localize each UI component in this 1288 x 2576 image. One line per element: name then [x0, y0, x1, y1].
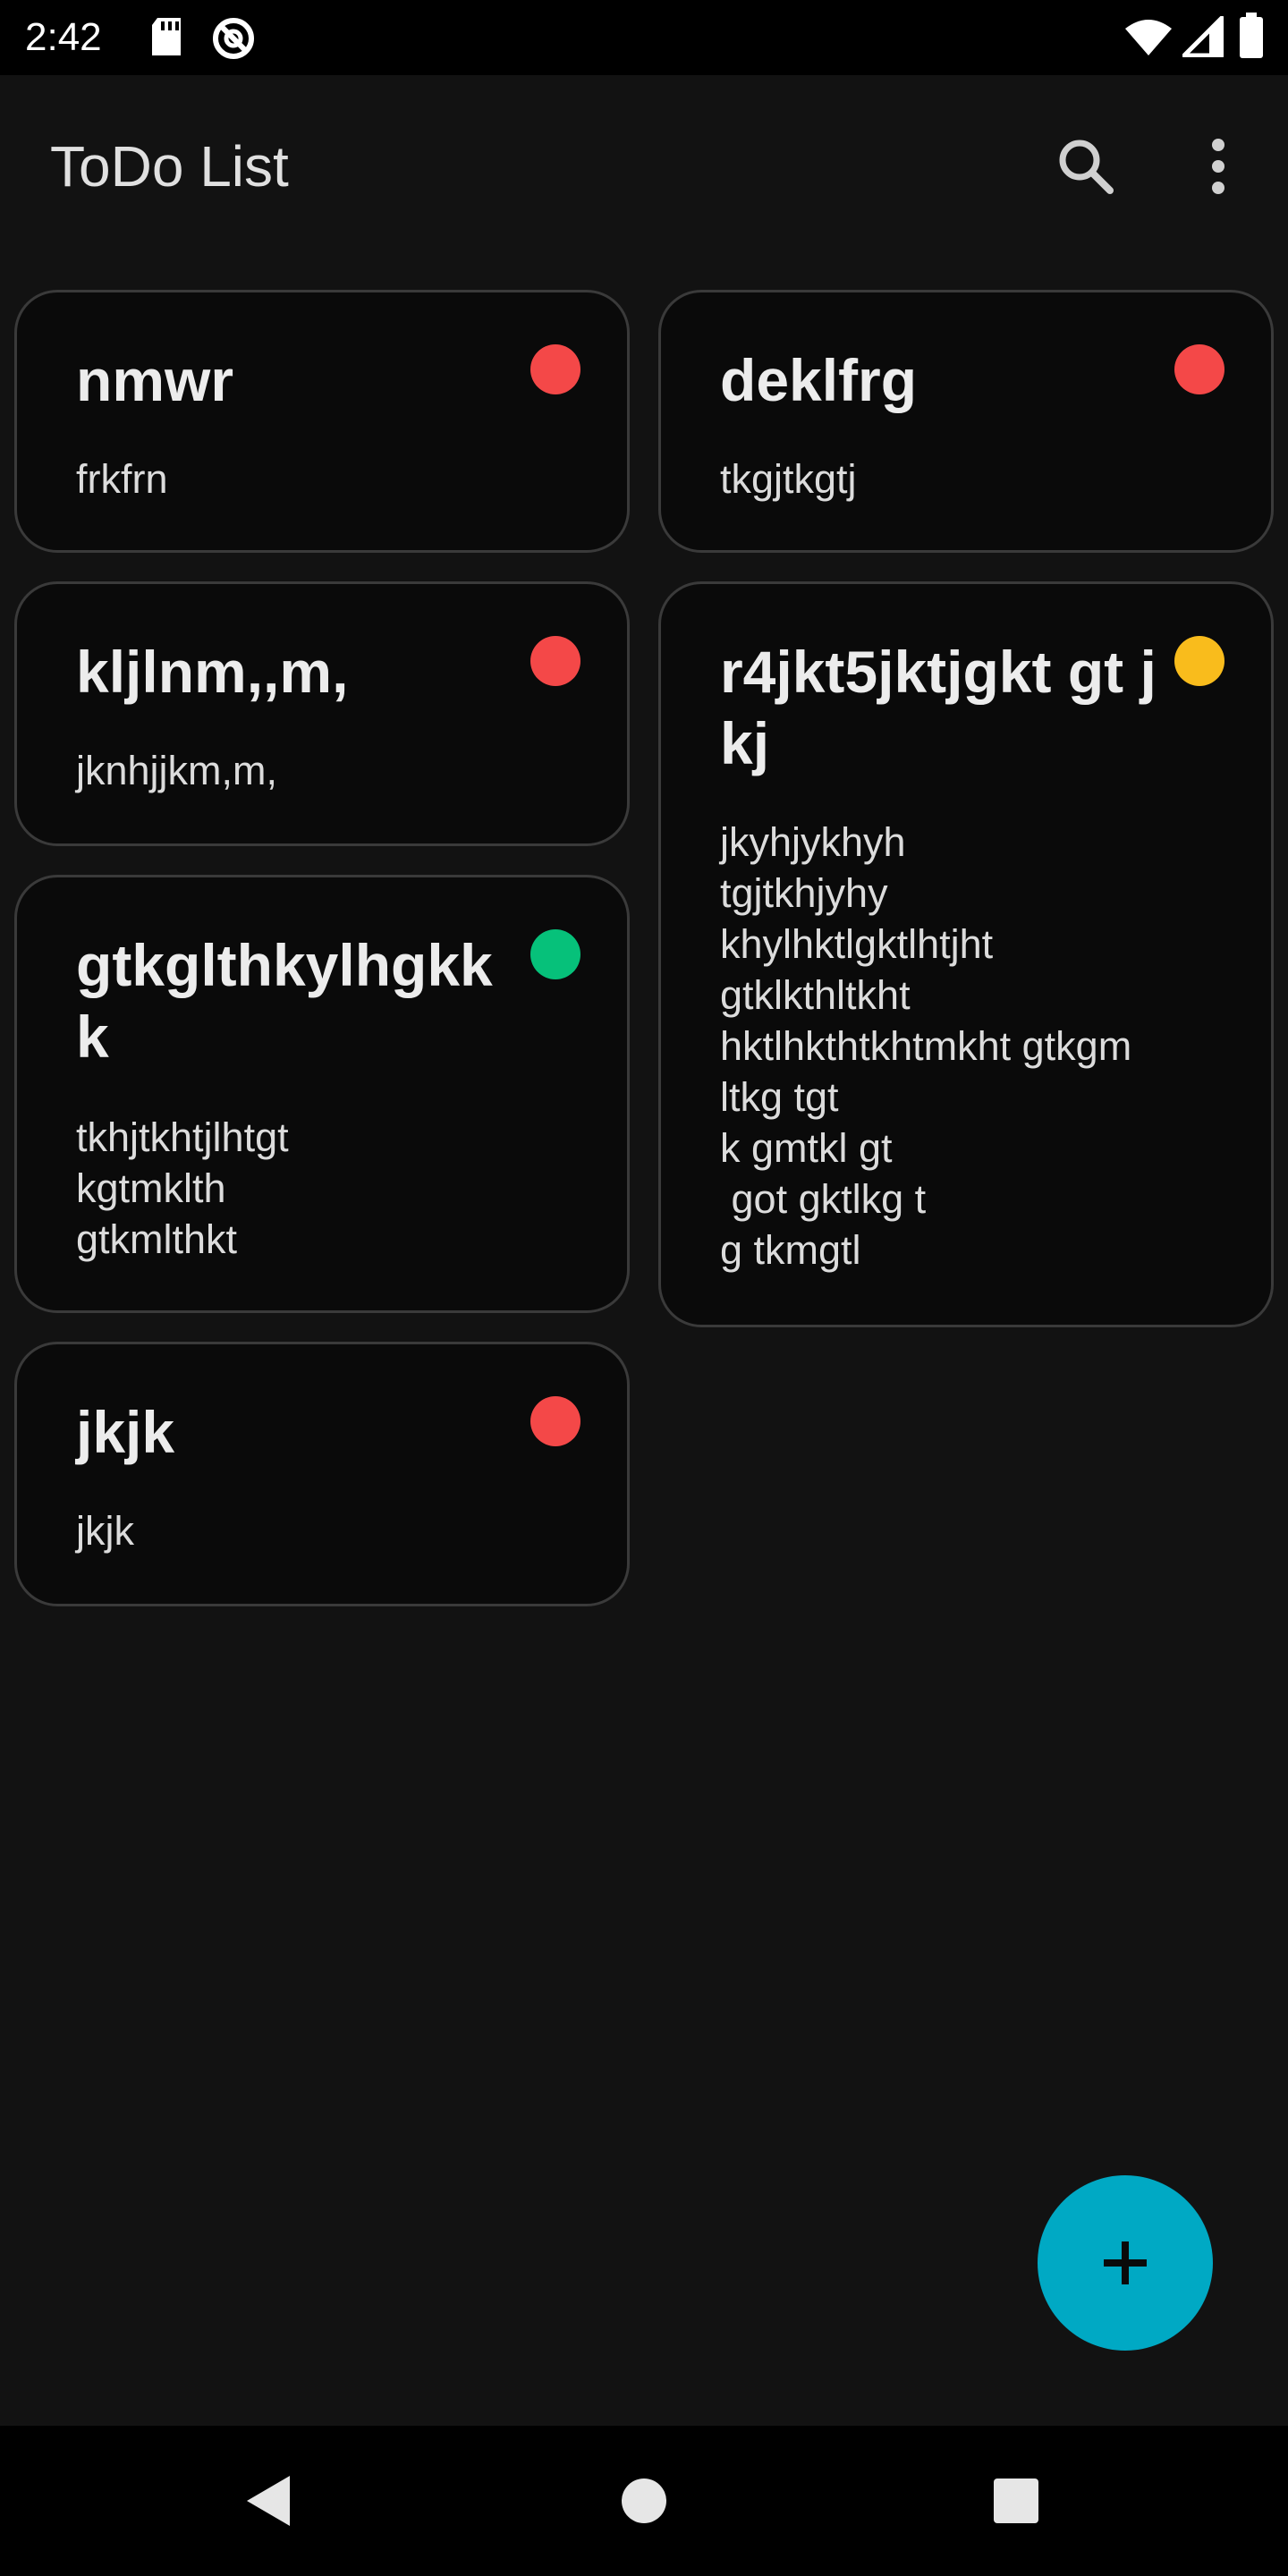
recents-icon — [994, 2479, 1038, 2523]
status-bar: 2:42 — [0, 0, 1288, 75]
note-title: r4jkt5jktjgkt gt jkj — [720, 639, 1157, 776]
more-vert-icon — [1212, 139, 1224, 194]
priority-indicator — [530, 344, 580, 394]
note-card[interactable]: nmwr frkfrn — [14, 290, 630, 553]
note-body: jkjk — [76, 1508, 134, 1554]
note-body: tkhjtkhtjlhtgt kgtmklth gtkmlthkt — [76, 1114, 289, 1262]
sd-card-icon — [148, 16, 184, 62]
note-card[interactable]: jkjk jkjk — [14, 1342, 630, 1606]
more-options-button[interactable] — [1179, 127, 1258, 206]
priority-indicator — [1174, 344, 1224, 394]
back-button[interactable] — [224, 2456, 313, 2546]
priority-indicator — [530, 1396, 580, 1446]
status-time: 2:42 — [25, 15, 102, 59]
note-body: jknhjjkm,m, — [76, 748, 278, 793]
note-card[interactable]: gtkglthkylhgkk k tkhjtkhtjlhtgt kgtmklth… — [14, 875, 630, 1313]
note-title: kljlnm,,m, — [76, 639, 349, 705]
note-card[interactable]: r4jkt5jktjgkt gt jkj jkyhjykhyh tgjtkhjy… — [658, 581, 1274, 1327]
do-not-disturb-icon — [211, 16, 256, 65]
priority-indicator — [530, 636, 580, 686]
back-icon — [247, 2476, 290, 2526]
add-note-button[interactable] — [1038, 2175, 1213, 2351]
note-title: deklfrg — [720, 347, 918, 413]
search-button[interactable] — [1046, 127, 1125, 206]
note-body: tkgjtkgtj — [720, 456, 857, 502]
app-bar: ToDo List — [0, 75, 1288, 254]
app-title: ToDo List — [50, 134, 289, 199]
search-icon — [1059, 140, 1114, 194]
navigation-bar — [0, 2426, 1288, 2576]
note-title: gtkglthkylhgkk k — [76, 932, 493, 1070]
note-body: jkyhjykhyh tgjtkhjyhy khylhktlgktlhtjht … — [720, 819, 1132, 1273]
note-card[interactable]: kljlnm,,m, jknhjjkm,m, — [14, 581, 630, 846]
signal-icon — [1182, 15, 1224, 62]
note-title: nmwr — [76, 347, 234, 413]
home-icon — [622, 2479, 666, 2523]
recents-button[interactable] — [971, 2456, 1061, 2546]
note-title: jkjk — [76, 1399, 175, 1465]
battery-icon — [1238, 13, 1265, 64]
plus-icon — [1104, 2241, 1147, 2284]
home-button[interactable] — [599, 2456, 689, 2546]
note-body: frkfrn — [76, 456, 168, 502]
priority-indicator — [1174, 636, 1224, 686]
wifi-icon — [1123, 18, 1174, 62]
note-card[interactable]: deklfrg tkgjtkgtj — [658, 290, 1274, 553]
priority-indicator — [530, 929, 580, 979]
